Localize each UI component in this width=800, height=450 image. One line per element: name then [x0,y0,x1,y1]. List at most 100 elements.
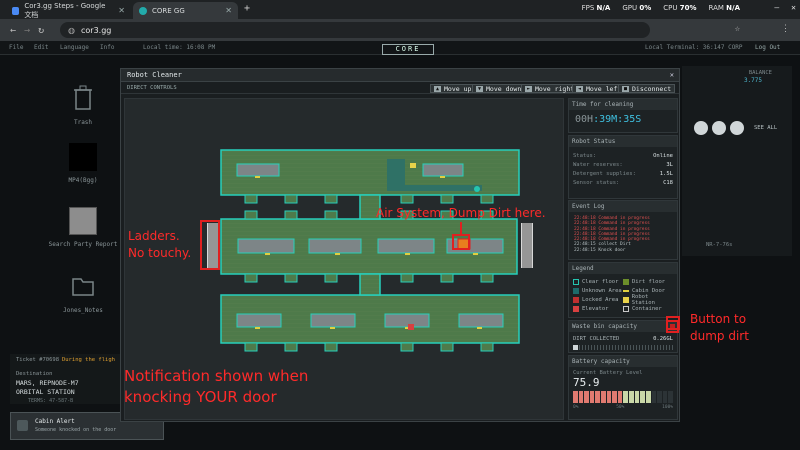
menu-info[interactable]: Info [100,44,114,51]
close-icon[interactable]: ✕ [118,6,125,15]
legend-label: Unknown Area [582,287,622,294]
battery-segment [657,391,662,403]
annotation-notification: Notification shown when knocking YOUR do… [124,367,309,406]
close-window-icon[interactable]: ✕ [791,3,796,12]
button-label: Move left [586,84,622,93]
battery-value: 75.9 [573,376,600,389]
key-up-icon: ▲ [434,85,442,92]
desktop-item-label: Jones_Notes [63,307,103,314]
room [308,238,362,254]
annotation-button: Button to dump dirt [690,312,749,343]
close-icon[interactable]: ✕ [225,6,232,15]
menu-file[interactable]: File [9,44,23,51]
key-down-icon: ▼ [476,85,484,92]
move-up-button[interactable]: ▲ Move up [430,84,476,93]
avatar[interactable] [712,121,726,135]
battery-segment [645,391,651,403]
menu-icon[interactable]: ⋮ [781,24,790,34]
battery-segment [634,391,640,403]
ticket-id: Ticket #70698 [16,357,60,363]
destination-label: Destination [16,371,53,377]
status-value: 1.5L [659,171,673,177]
move-right-button[interactable]: ► Move right [521,84,579,93]
battery-segment [573,391,578,403]
room [422,163,464,177]
event-log-section: Event Log 22:48:18 Command in progress 2… [568,200,678,260]
minimize-icon[interactable]: — [774,3,779,12]
status-value: C18 [663,180,673,186]
desktop-item-mp4[interactable]: MP4(Bgg) [48,143,118,184]
desktop-item-jones-notes[interactable]: Jones_Notes [48,273,118,314]
close-icon[interactable]: ✕ [670,69,674,81]
status-row: Status: Online [569,152,677,161]
balance-value: 3.775 [743,77,762,84]
ram-label: RAM [708,4,724,12]
legend-item: Dirt floor [623,277,673,286]
time-seconds: 35S [623,114,642,125]
key-right-icon: ► [525,85,533,92]
status-key: Water reserves: [573,162,623,168]
status-key: Detergent supplies: [573,171,636,177]
legend-item: Robot Station [623,294,673,306]
reload-icon[interactable]: ↻ [38,25,44,36]
battery-segment [623,391,629,403]
local-terminal: Local Terminal: 36:147 CORP [645,44,743,51]
avatar[interactable] [694,121,708,135]
move-down-button[interactable]: ▼ Move down [472,84,526,93]
desktop-item-search-party[interactable]: Search Party Report [48,207,118,249]
tab-core[interactable]: CORE GG ✕ [133,2,238,19]
button-label: Move down [486,84,522,93]
time-section: Time for cleaning 00H:39M:35S [568,98,678,133]
menu-edit[interactable]: Edit [34,44,48,51]
ticket-terms: TERMS: 47-587-B [28,398,74,404]
legend-header: Legend [569,263,677,274]
star-icon[interactable]: ☆ [735,24,740,34]
window-titlebar: Robot Cleaner ✕ [121,69,679,82]
new-tab-button[interactable]: + [244,3,250,14]
room [236,313,282,328]
forward-icon[interactable]: → [24,25,30,36]
tab-label: Cor3.gg Steps - Google 文档 [24,1,106,19]
legend-label: Container [632,305,662,312]
battery-segment [606,391,612,403]
battery-tick: 50% [616,405,625,410]
desktop-item-label: Trash [73,119,93,126]
legend-label: Dirt floor [632,278,666,285]
dirt-progress-bar [573,345,673,350]
battery-segment [584,391,589,403]
fps-label: FPS [581,4,595,12]
button-label: Disconnect [632,84,672,93]
site-info-icon[interactable]: ◍ [68,26,75,35]
battery-segment [589,391,595,403]
robot-station-icon [410,163,416,168]
battery-segment [595,391,601,403]
dirt-value: 0.26GL [653,336,673,342]
address-bar-row: ← → ↻ ◍ cor3.gg ☆ ⋮ [0,19,800,41]
url-field[interactable]: ◍ cor3.gg [60,22,650,38]
annotation-ladders: Ladders. No touchy. [128,229,192,260]
see-all-link[interactable]: SEE ALL [754,125,777,131]
window-controls: — ✕ [774,3,796,12]
battery-segment [640,391,645,403]
back-icon[interactable]: ← [10,25,16,36]
legend-section: Legend Clear floor Dirt floor Unknown Ar… [568,262,678,318]
status-value: Online [653,153,673,159]
dirt-label: DIRT COLLECTED [573,336,620,342]
dirt-progress-fill [573,345,578,350]
avatar[interactable] [730,121,744,135]
log-line: 22:48:15 Knock door [574,247,626,253]
video-thumbnail [69,143,97,171]
disconnect-button[interactable]: ■ Disconnect [618,84,676,93]
panel-code: NR-7-76s [706,242,733,248]
window-title: Robot Cleaner [127,71,182,79]
room [237,238,295,254]
time-hours: 00H [575,114,594,125]
connector-down [359,273,381,296]
elevator-icon [408,324,414,330]
tab-docs[interactable]: Cor3.gg Steps - Google 文档 ✕ [6,2,131,19]
desktop-item-trash[interactable]: Trash [48,85,118,126]
robot-icon [474,186,480,192]
logout-button[interactable]: Log Out [755,44,780,51]
menu-language[interactable]: Language [60,44,89,51]
battery-segment [612,391,617,403]
